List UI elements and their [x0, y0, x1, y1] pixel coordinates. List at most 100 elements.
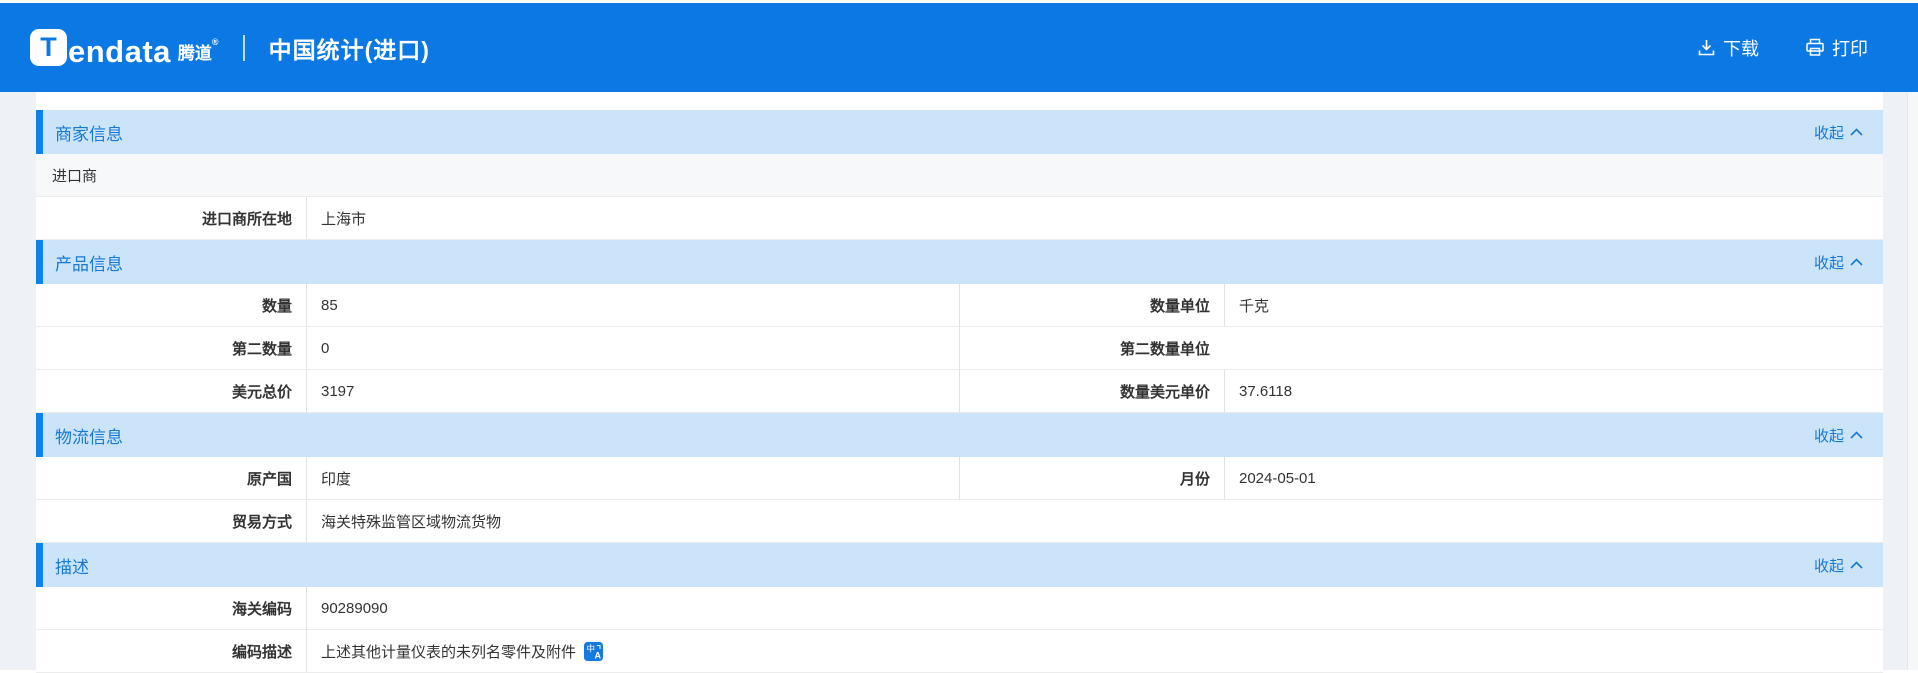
section: 商家信息 收起进口商进口商所在地 上海市: [36, 110, 1883, 240]
table-row: 编码描述 上述其他计量仪表的未列名零件及附件中 A: [36, 630, 1883, 673]
field-label: 编码描述: [231, 643, 292, 661]
field-value: 上述其他计量仪表的未列名零件及附件中 A: [306, 630, 1883, 672]
field-pair: 第二数量单位: [959, 327, 1883, 369]
section: 产品信息 收起数量 85 数量单位 千克第二数量 0 第二数量单位美元总价 3197 数量美元单…: [36, 240, 1883, 413]
field-label: 美元总价: [231, 383, 292, 401]
section-header: 描述 收起: [36, 543, 1883, 587]
field-value: 37.6118: [1224, 370, 1883, 412]
svg-text:A: A: [595, 650, 602, 660]
chevron-up-icon: [1850, 258, 1863, 266]
field-value: 3197: [306, 370, 959, 412]
table-row: 美元总价 3197 数量美元单价 37.6118: [36, 370, 1883, 413]
section-title: 描述: [55, 557, 89, 577]
field-label: 原产国: [246, 470, 292, 488]
brand-logo[interactable]: T endata 腾道®: [30, 29, 219, 69]
section-title: 产品信息: [55, 254, 123, 274]
field-value: [1224, 327, 1883, 369]
translate-icon[interactable]: 中A: [584, 641, 604, 661]
section-title: 物流信息: [55, 427, 123, 447]
vertical-scrollbar[interactable]: [1907, 92, 1918, 670]
field-value: 上海市: [306, 197, 1883, 239]
page-background: 商家信息 收起 进口商 进口商所在地 上海市 产品信息 收起 数量 85 数量单位 千克 第二数量 0 第…: [0, 92, 1918, 673]
record-detail-panel: 商家信息 收起 进口商 进口商所在地 上海市 产品信息 收起 数量 85 数量单位 千克 第二数量 0 第…: [36, 92, 1883, 673]
print-icon: [1806, 38, 1824, 56]
field-label: 数量: [261, 297, 292, 315]
field-value: 海关特殊监管区域物流货物: [306, 500, 1883, 542]
field-value-text: 37.6118: [1239, 382, 1293, 400]
section-accent-bar: [36, 413, 43, 457]
brand-text-cn: 腾道®: [177, 37, 219, 64]
field-value: 85: [306, 284, 959, 326]
download-label: 下载: [1723, 38, 1759, 59]
row-text-label: 进口商: [52, 167, 98, 185]
section-accent-bar: [36, 110, 43, 154]
print-button[interactable]: 打印: [1805, 35, 1868, 61]
header-divider: [242, 34, 245, 61]
field-label: 数量美元单价: [1119, 383, 1210, 401]
table-row: 进口商所在地 上海市: [36, 197, 1883, 240]
field-pair: 原产国 印度: [36, 457, 959, 499]
chevron-up-icon: [1850, 128, 1863, 136]
field-label: 数量单位: [1149, 297, 1210, 315]
field-value: 0: [306, 327, 959, 369]
table-row: 进口商: [36, 154, 1883, 197]
app-header: T endata 腾道® 中国统计(进口) 下载 打印: [0, 3, 1918, 92]
field-value-text: 印度: [321, 470, 352, 488]
field-label: 贸易方式: [231, 513, 292, 531]
collapse-button[interactable]: 收起: [1814, 252, 1863, 273]
table-row: 原产国 印度 月份 2024-05-01: [36, 457, 1883, 500]
field-value-text: 90289090: [321, 599, 388, 617]
field-value-text: 3197: [321, 382, 355, 400]
field-value-text: 海关特殊监管区域物流货物: [321, 513, 502, 531]
field-label: 进口商所在地: [201, 210, 292, 228]
download-button[interactable]: 下载: [1697, 35, 1759, 61]
field-value-text: 上海市: [321, 210, 367, 228]
field-value-text: 上述其他计量仪表的未列名零件及附件: [321, 643, 577, 661]
field-value: 90289090: [306, 587, 1883, 629]
brand-text: endata: [68, 33, 171, 69]
collapse-label: 收起: [1813, 254, 1844, 272]
table-row: 贸易方式 海关特殊监管区域物流货物: [36, 500, 1883, 543]
tendata-logo-icon: T: [30, 29, 67, 66]
table-row: 海关编码 90289090: [36, 587, 1883, 630]
section-accent-bar: [36, 240, 43, 284]
field-value: 印度: [306, 457, 959, 499]
section-header: 物流信息 收起: [36, 413, 1883, 457]
field-value-text: 0: [321, 339, 330, 357]
download-icon: [1698, 40, 1715, 56]
chevron-up-icon: [1850, 561, 1863, 569]
collapse-button[interactable]: 收起: [1814, 122, 1863, 143]
field-label: 月份: [1179, 470, 1210, 488]
section-header: 商家信息 收起: [36, 110, 1883, 154]
field-pair: 月份 2024-05-01: [959, 457, 1883, 499]
field-pair: 进口商所在地 上海市: [36, 197, 1883, 239]
table-row: 第二数量 0 第二数量单位: [36, 327, 1883, 370]
collapse-label: 收起: [1813, 557, 1844, 575]
header-actions: 下载 打印: [1697, 35, 1868, 61]
section: 物流信息 收起原产国 印度 月份 2024-05-01 贸易方式 海关特殊监管区域物流货物: [36, 413, 1883, 543]
collapse-button[interactable]: 收起: [1814, 555, 1863, 576]
print-label: 打印: [1832, 38, 1868, 59]
registered-mark: ®: [211, 37, 219, 48]
field-pair: 数量 85: [36, 284, 959, 326]
collapse-label: 收起: [1813, 124, 1844, 142]
section-title: 商家信息: [55, 124, 123, 144]
field-pair: 第二数量 0: [36, 327, 959, 369]
sections: 商家信息 收起 进口商 进口商所在地 上海市 产品信息 收起 数量 85 数量单位 千克 第二数量 0 第…: [36, 110, 1883, 673]
field-value: 2024-05-01: [1224, 457, 1883, 499]
field-pair: 海关编码 90289090: [36, 587, 1883, 629]
table-row: 数量 85 数量单位 千克: [36, 284, 1883, 327]
page-title: 中国统计(进口): [268, 36, 430, 63]
field-value-text: 千克: [1239, 297, 1270, 315]
section: 描述 收起 海关编码 90289090 编码描述 上述其他计量仪表的未列名零件及附件中 A: [36, 543, 1883, 673]
field-pair: 数量美元单价 37.6118: [959, 370, 1883, 412]
field-label: 第二数量: [231, 340, 292, 358]
section-header: 产品信息 收起: [36, 240, 1883, 284]
section-accent-bar: [36, 543, 43, 587]
logo-letter: T: [40, 32, 57, 62]
collapse-button[interactable]: 收起: [1814, 425, 1863, 446]
field-pair: 数量单位 千克: [959, 284, 1883, 326]
field-label: 海关编码: [231, 600, 292, 618]
collapse-label: 收起: [1813, 427, 1844, 445]
field-pair: 编码描述 上述其他计量仪表的未列名零件及附件中 A: [36, 630, 1883, 672]
